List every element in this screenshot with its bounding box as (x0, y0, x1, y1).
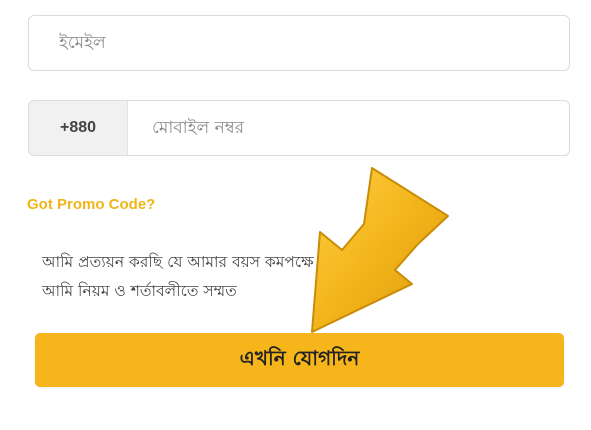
mobile-number-input[interactable] (150, 117, 554, 139)
age-terms-consent: আমি প্রত্যয়ন করছি যে আমার বয়স কমপক্ষে … (42, 248, 552, 306)
country-code: +880 (29, 101, 128, 155)
phone-field-container: +880 (28, 100, 570, 156)
email-field-container (28, 15, 570, 71)
consent-line-2: আমি নিয়ম ও শর্তাবলীতে সম্মত (42, 282, 237, 300)
consent-line-1: আমি প্রত্যয়ন করছি যে আমার বয়স কমপক্ষে … (42, 253, 398, 271)
join-now-button[interactable]: এখনি যোগদিন (35, 333, 564, 387)
promo-code-link[interactable]: Got Promo Code? (27, 196, 155, 213)
email-input[interactable] (57, 32, 541, 54)
